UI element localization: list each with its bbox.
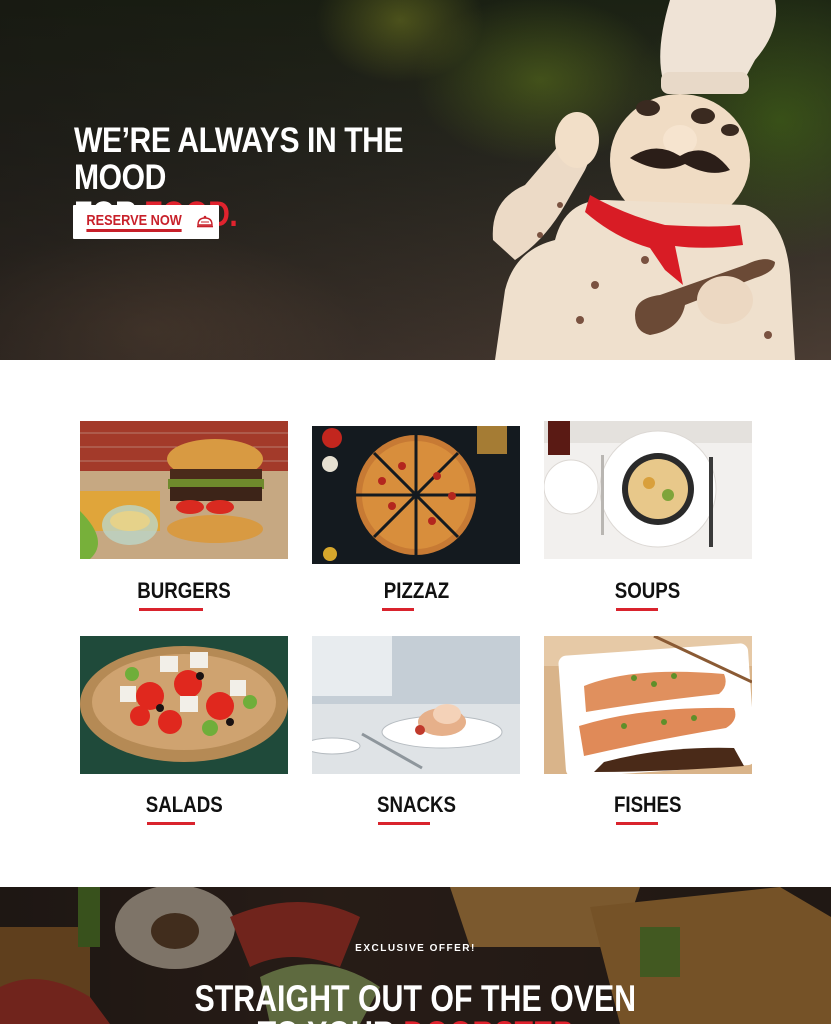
hero-section: WE’RE ALWAYS IN THE MOOD FOR FOOD. RESER… [0,0,831,360]
reserve-now-label: RESERVE NOW [86,212,182,232]
offer-headline-prefix: TO YOUR [258,1014,404,1024]
offer-headline-accent: DOORSTEP [403,1014,573,1024]
menu-underline-snacks [378,822,430,825]
salads-image[interactable] [80,636,288,774]
chef-figurine-image [492,0,795,360]
menu-underline-salads [147,822,195,825]
menu-underline-pizzaz [382,608,414,611]
menu-underline-fishes [616,822,658,825]
hero-headline-line1: WE’RE ALWAYS IN THE MOOD [74,121,404,197]
food-cloche-icon [197,215,214,228]
reserve-now-button[interactable]: RESERVE NOW [73,205,219,239]
menu-label-soups[interactable]: SOUPS [544,578,752,604]
menu-label-pizzaz[interactable]: PIZZAZ [312,578,520,604]
offer-kicker: EXCLUSIVE OFFER! [355,943,476,954]
soups-image[interactable] [544,421,752,559]
offer-headline-line1: STRAIGHT OUT OF THE OVEN [194,978,637,1019]
burgers-image[interactable] [80,421,288,559]
fishes-image[interactable] [544,636,752,774]
offer-section: EXCLUSIVE OFFER! STRAIGHT OUT OF THE OVE… [0,887,831,1024]
menu-underline-burgers [139,608,203,611]
menu-label-burgers[interactable]: BURGERS [80,578,288,604]
menu-label-fishes[interactable]: FISHES [544,792,752,818]
menu-label-salads[interactable]: SALADS [80,792,288,818]
snacks-image[interactable] [312,636,520,774]
menu-underline-soups [616,608,658,611]
pizzaz-image[interactable] [312,426,520,564]
menu-label-snacks[interactable]: SNACKS [312,792,520,818]
offer-headline-line2: TO YOUR DOORSTEP [0,1015,831,1024]
